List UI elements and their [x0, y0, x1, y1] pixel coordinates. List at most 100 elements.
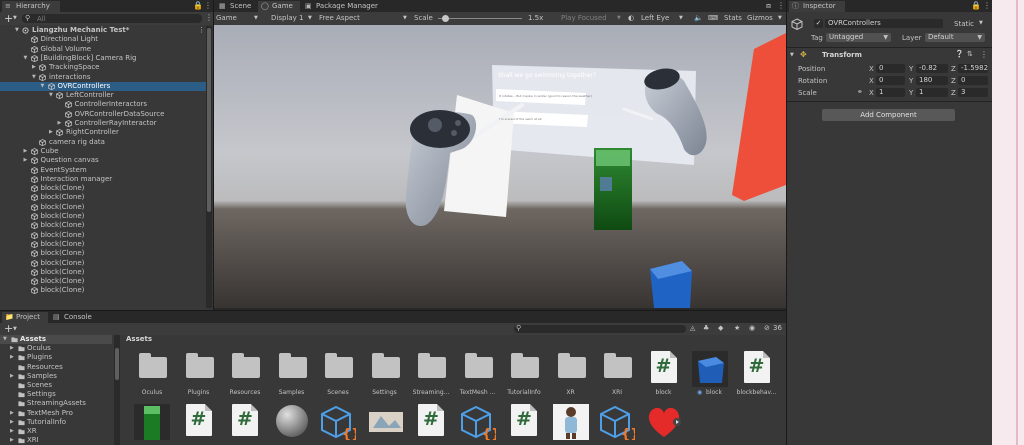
- tab-hierarchy[interactable]: ≡ Hierarchy: [2, 1, 60, 12]
- scale-slider[interactable]: [438, 15, 522, 22]
- asset-item[interactable]: Oculus: [129, 351, 175, 399]
- scale-x-label[interactable]: X: [869, 89, 874, 97]
- static-dropdown-icon[interactable]: ▼: [979, 20, 983, 26]
- asset-item[interactable]: # blockbehav...: [734, 351, 780, 399]
- component-menu-icon[interactable]: ⋮: [980, 50, 988, 59]
- expand-arrow-closed-icon[interactable]: ▶: [10, 436, 14, 445]
- constrain-proportions-icon[interactable]: ⚭: [857, 88, 863, 96]
- asset-item[interactable]: [548, 404, 594, 445]
- tab-scene[interactable]: ▦ Scene: [216, 1, 256, 12]
- project-folder-item[interactable]: ▶ XR: [0, 427, 112, 436]
- shortcuts-icon[interactable]: ⌨: [708, 13, 718, 23]
- expand-arrow-closed-icon[interactable]: ▶: [10, 418, 14, 427]
- gizmos-dropdown[interactable]: Gizmos ▼: [747, 13, 785, 23]
- scale-z-label[interactable]: Z: [951, 89, 956, 97]
- scale-z-field[interactable]: 3: [958, 88, 988, 97]
- project-tree-scroll-thumb[interactable]: [115, 348, 119, 380]
- play-focused-dropdown[interactable]: Play Focused ▼: [561, 13, 623, 23]
- maximize-icon[interactable]: ⧈: [766, 1, 771, 11]
- hierarchy-item[interactable]: block(Clone): [0, 203, 206, 212]
- expand-arrow-closed-icon[interactable]: ▶: [10, 344, 14, 353]
- kebab-menu-icon[interactable]: ⋮: [777, 1, 785, 10]
- hierarchy-item[interactable]: camera rig data: [0, 138, 206, 147]
- search-by-label-icon[interactable]: ◆: [718, 324, 723, 332]
- layer-dropdown[interactable]: Default ▼: [925, 33, 985, 42]
- position-x-field[interactable]: 0: [876, 64, 905, 73]
- expand-arrow-closed-icon[interactable]: ▶: [10, 409, 14, 418]
- hierarchy-item[interactable]: ▶ Question canvas: [0, 156, 206, 165]
- hierarchy-item[interactable]: block(Clone): [0, 259, 206, 268]
- preset-icon[interactable]: ⇅: [967, 50, 973, 58]
- lock-icon[interactable]: 🔒: [971, 1, 981, 10]
- scale-slider-knob[interactable]: [441, 15, 449, 22]
- rotation-y-field[interactable]: 180: [916, 76, 948, 85]
- expand-arrow-open-icon[interactable]: ▼: [41, 82, 45, 91]
- asset-item[interactable]: #: [501, 404, 547, 445]
- hierarchy-item[interactable]: Global Volume: [0, 45, 206, 54]
- asset-item[interactable]: Settings: [362, 351, 408, 399]
- hierarchy-menu-icon[interactable]: ⋮: [205, 13, 213, 22]
- kebab-menu-icon[interactable]: ⋮: [204, 1, 212, 10]
- aspect-dropdown[interactable]: Free Aspect ▼: [319, 13, 411, 23]
- tab-inspector[interactable]: ⓘ Inspector: [789, 1, 845, 12]
- hierarchy-item[interactable]: ▶ Cube: [0, 147, 206, 156]
- asset-item[interactable]: block ◉: [687, 351, 733, 399]
- hierarchy-search-field[interactable]: ⚲ All: [22, 14, 202, 23]
- asset-item[interactable]: [129, 404, 175, 445]
- hierarchy-item[interactable]: block(Clone): [0, 240, 206, 249]
- expand-arrow-open-icon[interactable]: ▼: [15, 26, 19, 35]
- scale-y-label[interactable]: Y: [909, 89, 913, 97]
- project-search-field[interactable]: ⚲: [514, 324, 686, 333]
- eye-dropdown[interactable]: ◐ Left Eye ▼: [628, 13, 686, 23]
- rotation-z-label[interactable]: Z: [951, 77, 956, 85]
- asset-item[interactable]: Streaming...: [408, 351, 454, 399]
- asset-item[interactable]: #: [222, 404, 268, 445]
- hierarchy-item[interactable]: block(Clone): [0, 184, 206, 193]
- rotation-y-label[interactable]: Y: [909, 77, 913, 85]
- hierarchy-item[interactable]: EventSystem: [0, 166, 206, 175]
- project-folder-item[interactable]: Resources: [0, 363, 112, 372]
- hierarchy-item[interactable]: ▼ LeftController: [0, 91, 206, 100]
- asset-item[interactable]: Scenes: [315, 351, 361, 399]
- project-folder-item[interactable]: ▶ TutorialInfo: [0, 418, 112, 427]
- lock-icon[interactable]: 🔒: [193, 1, 203, 10]
- asset-item[interactable]: [269, 404, 315, 445]
- asset-item[interactable]: {}: [455, 404, 501, 445]
- create-asset-button[interactable]: +: [4, 322, 13, 335]
- asset-item[interactable]: {}: [594, 404, 640, 445]
- hierarchy-item[interactable]: Directional Light: [0, 35, 206, 44]
- hierarchy-scroll-thumb[interactable]: [207, 28, 211, 212]
- hierarchy-item[interactable]: OVRControllerDataSource: [0, 110, 206, 119]
- display-mode-dropdown[interactable]: Game ▼: [216, 13, 264, 23]
- hierarchy-item[interactable]: ▶ ControllerRayInteractor: [0, 119, 206, 128]
- asset-item[interactable]: Resources: [222, 351, 268, 399]
- position-z-label[interactable]: Z: [951, 65, 956, 73]
- hierarchy-item[interactable]: ControllerInteractors: [0, 100, 206, 109]
- hierarchy-item[interactable]: block(Clone): [0, 286, 206, 295]
- expand-arrow-closed-icon[interactable]: ▶: [10, 427, 14, 436]
- hierarchy-scrollbar[interactable]: [206, 26, 212, 308]
- saved-search-icon[interactable]: ★: [734, 324, 740, 332]
- kebab-menu-icon[interactable]: ⋮: [983, 1, 991, 10]
- project-folder-item[interactable]: StreamingAssets: [0, 399, 112, 408]
- add-component-button[interactable]: Add Component: [822, 109, 955, 121]
- hidden-packages-icon[interactable]: ⊘: [764, 324, 770, 332]
- project-folder-item[interactable]: Settings: [0, 390, 112, 399]
- asset-item[interactable]: TextMesh ...: [455, 351, 501, 399]
- position-y-label[interactable]: Y: [909, 65, 913, 73]
- project-folder-item[interactable]: ▶ XRI: [0, 436, 112, 445]
- gameobject-name-field[interactable]: OVRControllers: [825, 19, 943, 28]
- breadcrumb[interactable]: Assets: [126, 335, 152, 343]
- hierarchy-item[interactable]: ▼ OVRControllers: [0, 81, 206, 92]
- expand-arrow-closed-icon[interactable]: ▶: [49, 128, 53, 137]
- hierarchy-item[interactable]: ▼ interactions: [0, 73, 206, 82]
- tab-console[interactable]: ▤ Console: [50, 312, 96, 323]
- hierarchy-item[interactable]: block(Clone): [0, 268, 206, 277]
- add-object-button[interactable]: +: [4, 12, 13, 25]
- expand-arrow-open-icon[interactable]: ▼: [24, 54, 28, 63]
- asset-item[interactable]: #: [408, 404, 454, 445]
- project-folder-item[interactable]: ▼ Assets: [0, 335, 112, 345]
- asset-item[interactable]: XRI: [594, 351, 640, 399]
- asset-item[interactable]: Plugins: [176, 351, 222, 399]
- hierarchy-item[interactable]: block(Clone): [0, 221, 206, 230]
